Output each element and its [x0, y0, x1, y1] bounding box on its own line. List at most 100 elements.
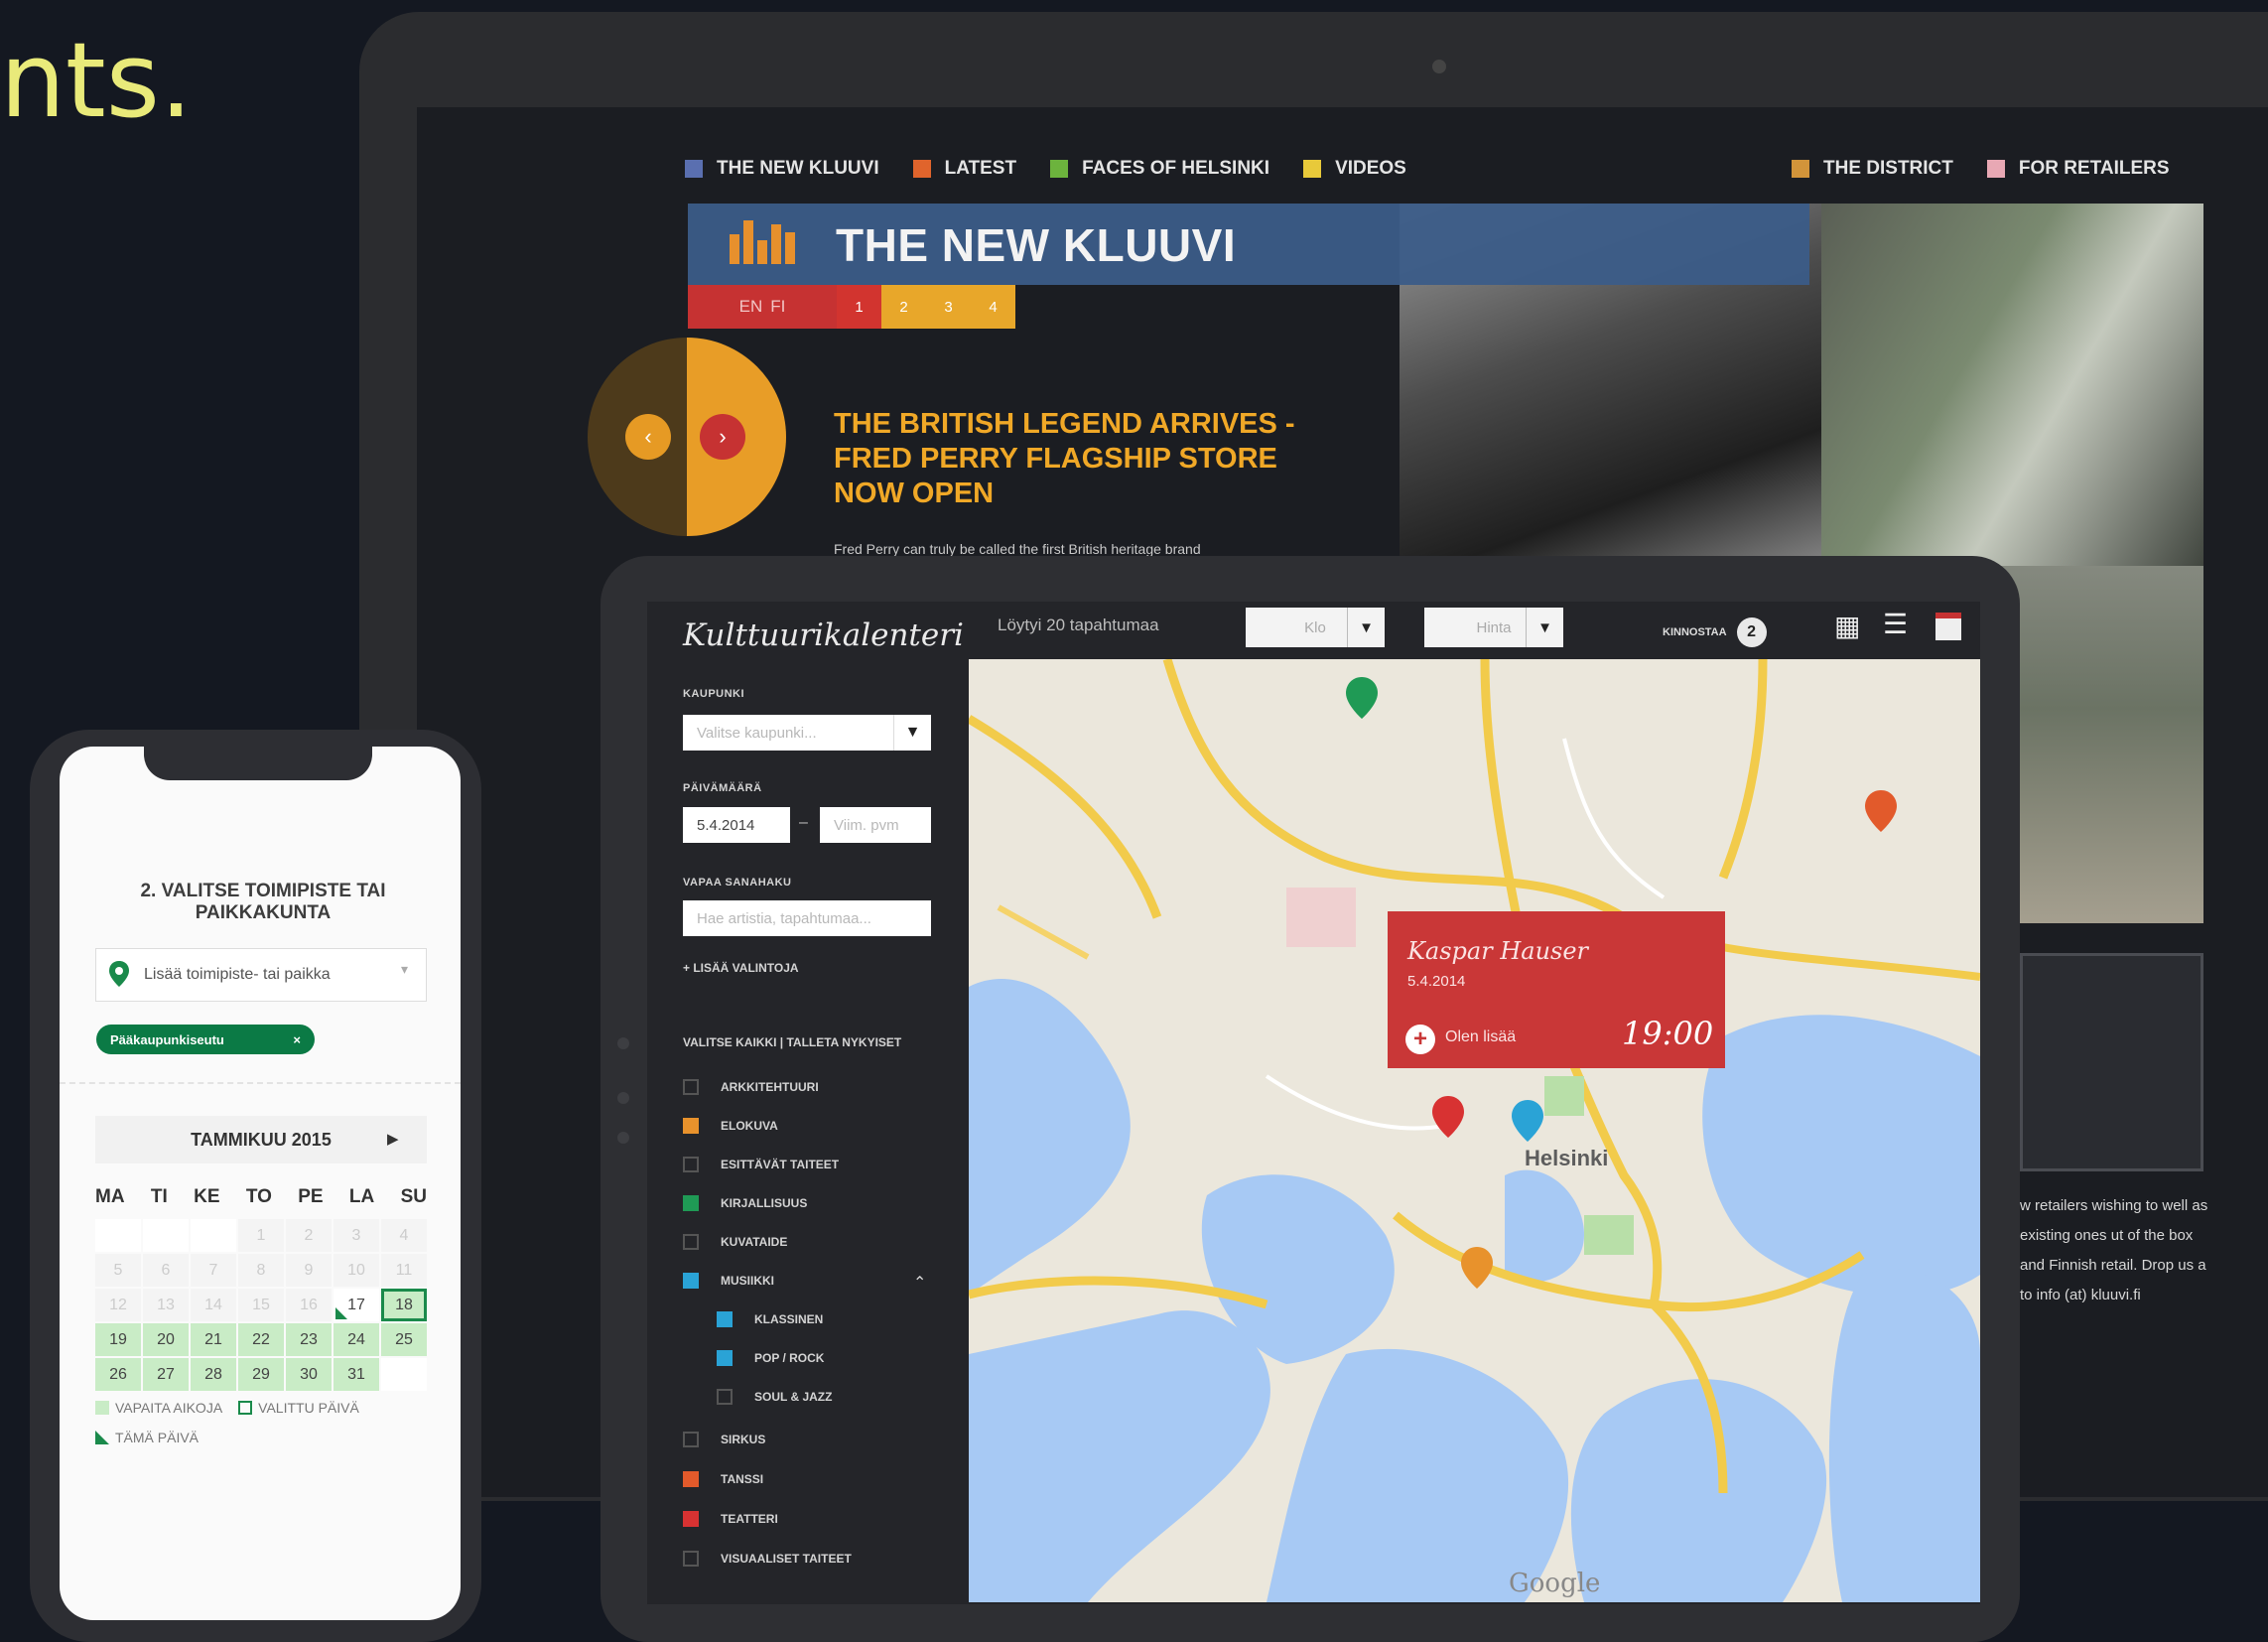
nav-square-icon: [1792, 160, 1809, 178]
sort-price-select[interactable]: Hinta ▼: [1424, 608, 1563, 647]
article-title[interactable]: THE BRITISH LEGEND ARRIVES - FRED PERRY …: [834, 407, 1350, 511]
calendar-day[interactable]: 26: [95, 1358, 141, 1391]
popup-more-link[interactable]: Olen lisää: [1445, 1028, 1516, 1046]
calendar-day[interactable]: 21: [191, 1323, 236, 1356]
next-slide-button[interactable]: ›: [700, 414, 745, 460]
nav-item-latest[interactable]: LATEST: [912, 158, 1016, 180]
step-title: 2. VALITSE TOIMIPISTE TAI PAIKKAKUNTA: [140, 881, 386, 923]
weekday-header: MA TI KE TO PE LA SU: [95, 1186, 427, 1208]
category-item[interactable]: KIRJALLISUUS: [683, 1195, 807, 1211]
language-switch[interactable]: EN FI: [688, 285, 837, 329]
calendar-day[interactable]: 29: [238, 1358, 284, 1391]
calendar-day[interactable]: 31: [334, 1358, 379, 1391]
calendar-day[interactable]: 23: [286, 1323, 332, 1356]
category-label: KIRJALLISUUS: [721, 1196, 808, 1210]
checkbox-icon[interactable]: [683, 1511, 699, 1527]
chevron-down-icon[interactable]: ▼: [893, 715, 931, 751]
list-view-icon[interactable]: ☰: [1883, 608, 1908, 640]
lang-en[interactable]: EN: [739, 297, 763, 317]
category-item[interactable]: TEATTERI: [683, 1511, 778, 1527]
select-all-link[interactable]: VALITSE KAIKKI | TALLETA NYKYISET: [683, 1035, 901, 1049]
city-select[interactable]: Valitse kaupunki... ▼: [683, 715, 931, 751]
page-1-button[interactable]: 1: [837, 285, 881, 329]
checkbox-icon[interactable]: [717, 1389, 733, 1405]
category-item[interactable]: MUSIIKKI: [683, 1273, 774, 1289]
page-2-button[interactable]: 2: [881, 285, 926, 329]
category-item[interactable]: VISUAALISET TAITEET: [683, 1551, 852, 1567]
favorites-count-badge: 2: [1736, 617, 1767, 647]
location-search-input[interactable]: Lisää toimipiste- tai paikka: [95, 948, 427, 1002]
location-chip[interactable]: Pääkaupunkiseutu ×: [96, 1025, 315, 1054]
keyword-search-input[interactable]: Hae artistia, tapahtumaa...: [683, 900, 931, 936]
checkbox-icon[interactable]: [683, 1079, 699, 1095]
checkbox-icon[interactable]: [683, 1471, 699, 1487]
checkbox-icon[interactable]: [683, 1157, 699, 1172]
checkbox-icon[interactable]: [683, 1432, 699, 1447]
checkbox-icon[interactable]: [683, 1195, 699, 1211]
category-item[interactable]: ARKKITEHTUURI: [683, 1079, 819, 1095]
nav-item-faces[interactable]: FACES OF HELSINKI: [1050, 158, 1269, 180]
event-map[interactable]: [969, 659, 1980, 1602]
nav-item-district[interactable]: THE DISTRICT: [1792, 158, 1953, 180]
grid-view-icon[interactable]: ▦: [1834, 610, 1860, 642]
article-excerpt: Fred Perry can truly be called the first…: [834, 541, 1201, 557]
calendar-day[interactable]: 19: [95, 1323, 141, 1356]
nav-item-retailers[interactable]: FOR RETAILERS: [1986, 158, 2170, 180]
checkbox-icon[interactable]: [717, 1350, 733, 1366]
calendar-day[interactable]: 30: [286, 1358, 332, 1391]
add-filter-link[interactable]: + LISÄÄ VALINTOJA: [683, 961, 799, 975]
laptop-nav-left: THE NEW KLUUVI LATEST FACES OF HELSINKI …: [685, 149, 1406, 189]
kluuvi-logo-icon[interactable]: [730, 218, 795, 264]
calendar-day: 2: [286, 1219, 332, 1252]
close-icon[interactable]: ×: [293, 1032, 301, 1047]
checkbox-icon[interactable]: [683, 1234, 699, 1250]
calendar-day: 13: [143, 1289, 189, 1321]
popup-event-title[interactable]: Kaspar Hauser: [1407, 937, 1588, 965]
calendar-day[interactable]: 25: [381, 1323, 427, 1356]
free-swatch-icon: [95, 1401, 109, 1415]
nav-item-videos[interactable]: VIDEOS: [1303, 158, 1406, 180]
next-month-icon[interactable]: ▶: [387, 1130, 399, 1148]
prev-slide-button[interactable]: ‹: [625, 414, 671, 460]
category-label: ESITTÄVÄT TAITEET: [721, 1158, 840, 1171]
category-item[interactable]: POP / ROCK: [717, 1350, 824, 1366]
calendar-day[interactable]: 22: [238, 1323, 284, 1356]
category-item[interactable]: TANSSI: [683, 1471, 763, 1487]
chevron-down-icon[interactable]: ▼: [1347, 608, 1385, 647]
result-count: Löytyi 20 tapahtumaa: [998, 616, 1159, 634]
category-item[interactable]: SIRKUS: [683, 1432, 765, 1447]
category-item[interactable]: ESITTÄVÄT TAITEET: [683, 1157, 839, 1172]
checkbox-icon[interactable]: [683, 1551, 699, 1567]
checkbox-icon[interactable]: [683, 1118, 699, 1134]
sort-time-select[interactable]: Klo ▼: [1246, 608, 1385, 647]
checkbox-icon[interactable]: [717, 1311, 733, 1327]
calendar-day[interactable]: 27: [143, 1358, 189, 1391]
checkbox-icon[interactable]: [683, 1273, 699, 1289]
calendar-view-icon[interactable]: [1935, 613, 1961, 640]
date-to-field[interactable]: Viim. pvm: [820, 807, 931, 843]
date-from-field[interactable]: 5.4.2014: [683, 807, 790, 843]
lang-fi[interactable]: FI: [770, 297, 785, 317]
plus-icon[interactable]: +: [1405, 1025, 1435, 1054]
calendar-day[interactable]: 28: [191, 1358, 236, 1391]
tablet-sensor: [617, 1037, 629, 1049]
calendar-day[interactable]: 18: [381, 1289, 427, 1321]
date-label: PÄIVÄMÄÄRÄ: [683, 782, 762, 794]
category-item[interactable]: KLASSINEN: [717, 1311, 823, 1327]
page-3-button[interactable]: 3: [926, 285, 971, 329]
favorites-link[interactable]: KINNOSTAA 2: [1663, 617, 1767, 647]
today-marker-icon: [95, 1431, 109, 1444]
page-4-button[interactable]: 4: [971, 285, 1015, 329]
chevron-down-icon[interactable]: ▾: [401, 961, 408, 978]
category-item[interactable]: KUVATAIDE: [683, 1234, 787, 1250]
category-item[interactable]: SOUL & JAZZ: [717, 1389, 832, 1405]
category-label: KLASSINEN: [754, 1312, 824, 1326]
category-item[interactable]: ELOKUVA: [683, 1118, 778, 1134]
nav-item-new-kluuvi[interactable]: THE NEW KLUUVI: [685, 158, 879, 180]
weekday-label: LA: [348, 1186, 375, 1207]
calendar-day[interactable]: 20: [143, 1323, 189, 1356]
chevron-up-icon[interactable]: ⌃: [913, 1273, 926, 1293]
calendar-day[interactable]: 17: [334, 1289, 379, 1321]
chevron-down-icon[interactable]: ▼: [1526, 608, 1563, 647]
calendar-day[interactable]: 24: [334, 1323, 379, 1356]
